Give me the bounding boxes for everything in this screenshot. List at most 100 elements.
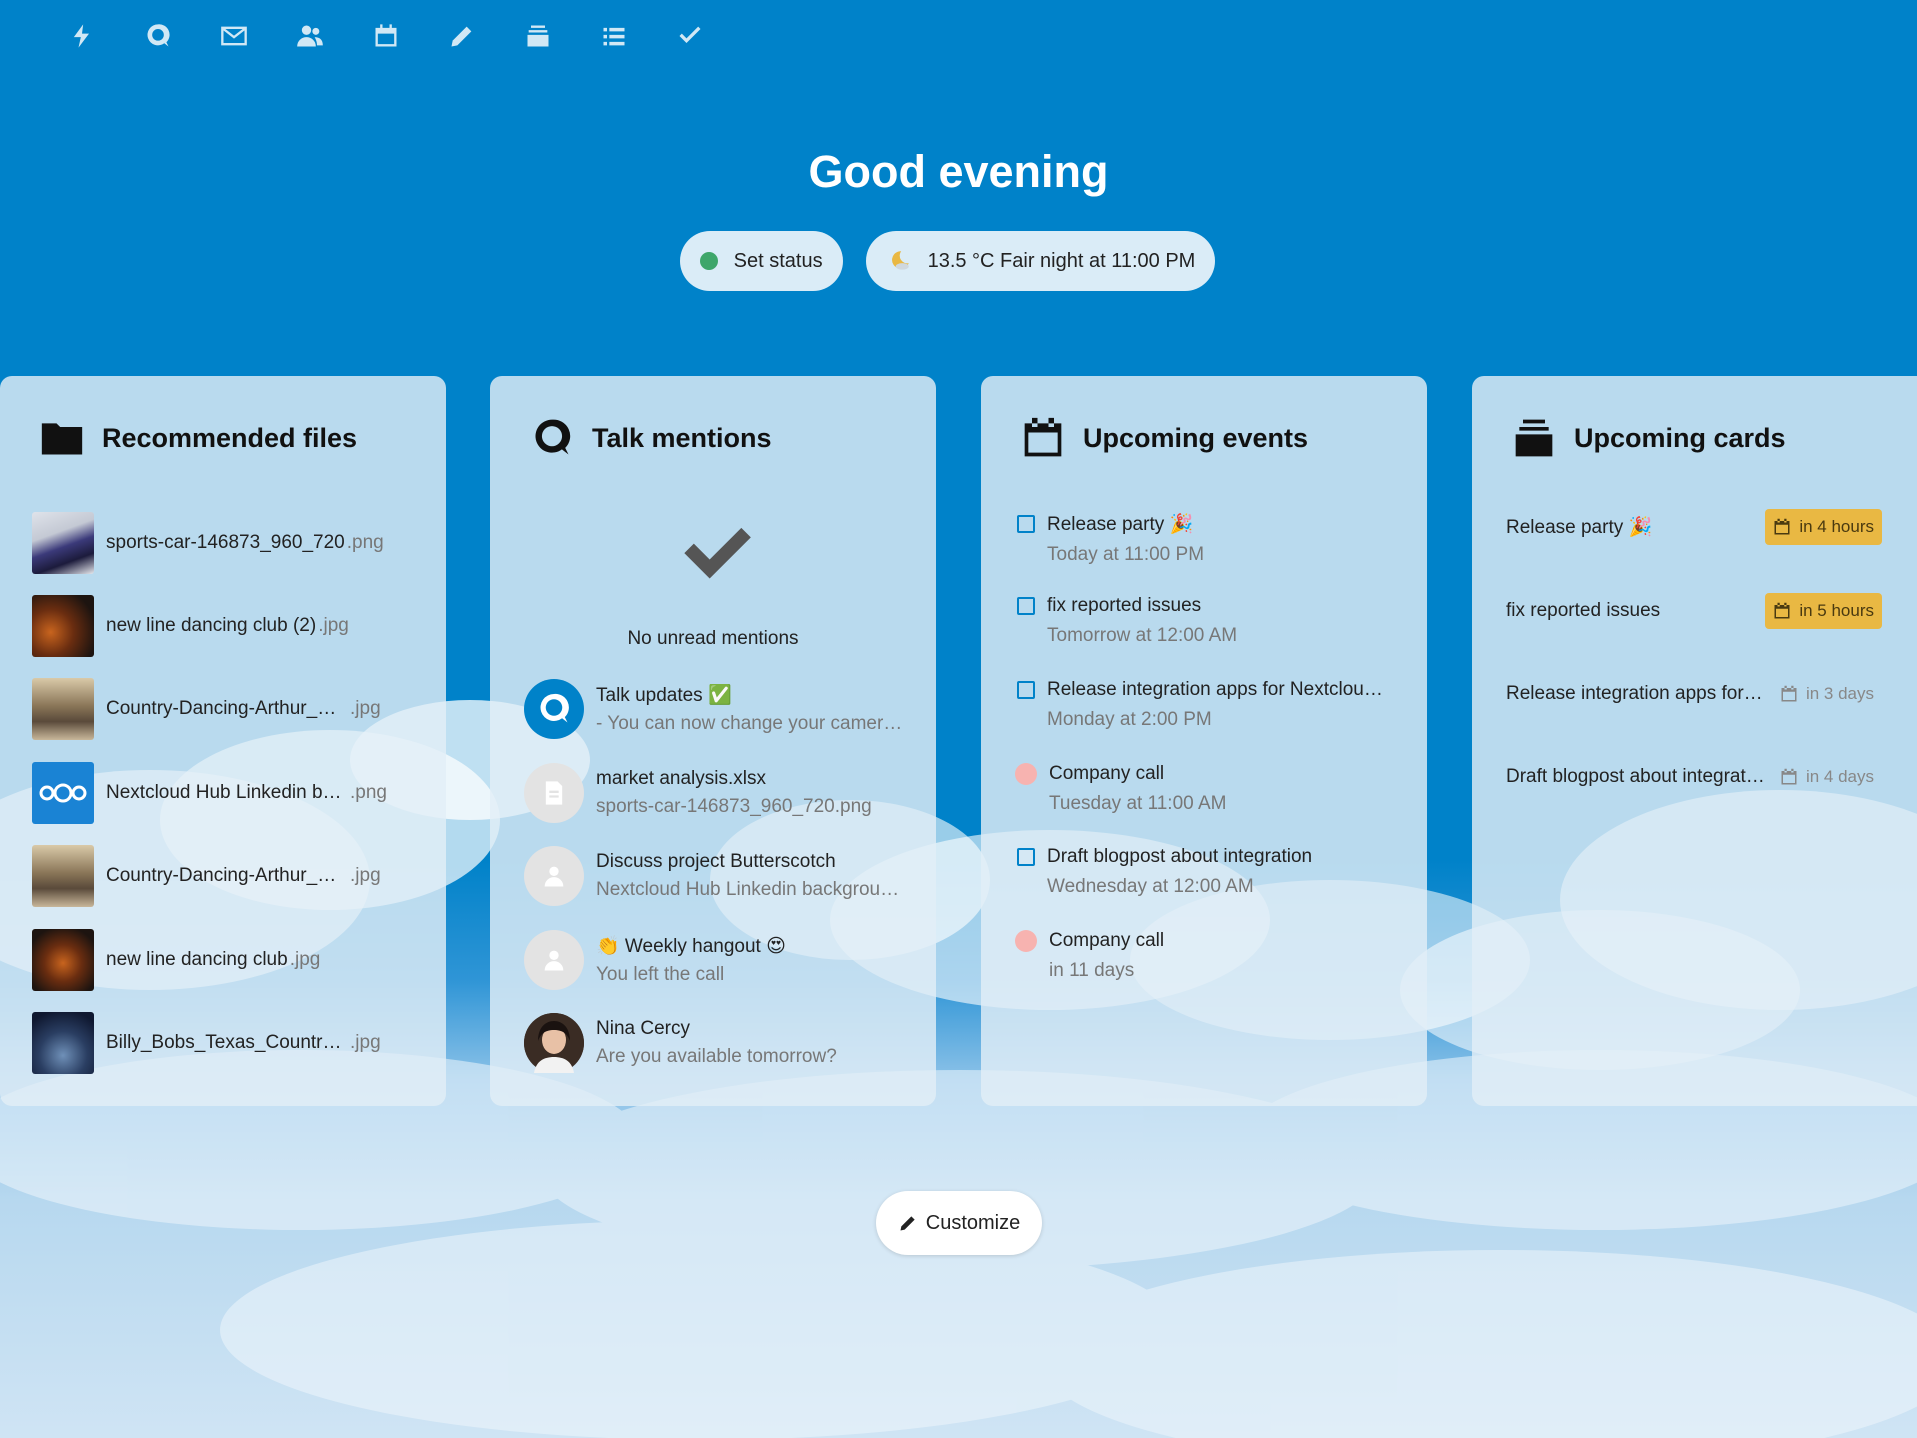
file-thumbnail	[32, 1012, 94, 1074]
file-thumbnail	[32, 845, 94, 907]
event-item[interactable]: Draft blogpost about integration Wednesd…	[1015, 846, 1405, 898]
calendar-icon	[1781, 685, 1797, 702]
set-status-button[interactable]: Set status	[679, 231, 843, 291]
set-status-label: Set status	[733, 249, 823, 272]
task-checkbox[interactable]	[1017, 515, 1035, 533]
file-name: new line dancing club (2)	[106, 615, 317, 636]
conversation-title: Nina Cercy	[596, 1018, 690, 1039]
file-thumbnail	[32, 595, 94, 657]
conversation-preview: You left the call	[596, 964, 725, 985]
file-item[interactable]: Nextcloud Hub Linkedin background .png	[32, 762, 432, 824]
due-date-badge: in 3 days	[1772, 676, 1882, 712]
conversation-item[interactable]: Discuss project Butterscotch Nextcloud H…	[524, 845, 924, 907]
event-item[interactable]: Release party 🎉 Today at 11:00 PM	[1015, 512, 1405, 566]
weather-button[interactable]: 13.5 °C Fair night at 11:00 PM	[865, 231, 1216, 291]
file-thumbnail	[32, 929, 94, 991]
conversation-text: Talk updates ✅ - You can now change your…	[596, 683, 906, 735]
conversation-item[interactable]: 👏 Weekly hangout 😍 You left the call	[524, 929, 924, 991]
file-thumbnail	[32, 512, 94, 574]
conversation-preview: Are you available tomorrow?	[596, 1046, 837, 1067]
file-name: sports-car-146873_960_720	[106, 532, 345, 553]
event-item[interactable]: Release integration apps for Nextcloud H…	[1015, 679, 1405, 731]
group-icon	[544, 950, 564, 971]
document-icon	[545, 781, 563, 805]
conversation-item[interactable]: Nina Cercy Are you available tomorrow?	[524, 1012, 924, 1074]
conversation-preview: - You can now change your camera backgro…	[596, 713, 906, 734]
file-extension: .jpg	[289, 949, 321, 970]
nextcloud-logo-icon	[39, 783, 87, 803]
file-name: new line dancing club	[106, 949, 288, 970]
avatar	[524, 679, 584, 739]
card-item[interactable]: Release party 🎉 in 4 hours	[1506, 508, 1882, 546]
card-item[interactable]: fix reported issues in 5 hours	[1506, 592, 1882, 630]
recommended-files-panel: Recommended files sports-car-146873_960_…	[0, 376, 446, 1106]
file-item[interactable]: Billy_Bobs_Texas_Country_Dance .jpg	[32, 1012, 432, 1074]
conversation-text: Nina Cercy Are you available tomorrow?	[596, 1018, 837, 1068]
event-title: Release party 🎉	[1047, 514, 1194, 535]
conversation-item[interactable]: market analysis.xlsx sports-car-146873_9…	[524, 762, 924, 824]
pencil-icon	[451, 26, 472, 47]
conversation-preview: sports-car-146873_960_720.png	[596, 796, 872, 817]
calendar-icon	[375, 24, 397, 47]
event-item[interactable]: Company call in 11 days	[1015, 930, 1405, 982]
pencil-icon	[900, 1216, 915, 1231]
file-item[interactable]: new line dancing club (2) .jpg	[32, 595, 432, 657]
conversation-text: market analysis.xlsx sports-car-146873_9…	[596, 768, 872, 818]
task-checkbox[interactable]	[1017, 681, 1035, 699]
file-item[interactable]: sports-car-146873_960_720 .png	[32, 512, 432, 574]
conversation-text: 👏 Weekly hangout 😍 You left the call	[596, 934, 786, 986]
contacts-icon	[297, 25, 323, 47]
event-time: Today at 11:00 PM	[1047, 544, 1205, 565]
due-date-badge: in 4 days	[1772, 759, 1882, 795]
conversation-title: Talk updates ✅	[596, 685, 732, 706]
nav-deck[interactable]	[500, 0, 576, 72]
event-time: Tomorrow at 12:00 AM	[1047, 625, 1238, 646]
file-item[interactable]: Country-Dancing-Arthur_Murray .jpg	[32, 845, 432, 907]
file-extension: .jpg	[350, 865, 381, 886]
user-avatar-icon	[524, 1013, 584, 1073]
card-item[interactable]: Release integration apps for Nextcloud H…	[1506, 675, 1882, 713]
nav-contacts[interactable]	[272, 0, 348, 72]
due-date-label: in 4 hours	[1799, 517, 1874, 536]
calendar-icon	[1774, 602, 1790, 619]
nav-tasks[interactable]	[576, 0, 652, 72]
event-title: Release integration apps for Nextcloud H…	[1047, 679, 1387, 700]
file-item[interactable]: new line dancing club .jpg	[32, 929, 432, 991]
due-date-badge: in 4 hours	[1765, 509, 1882, 545]
task-checkbox[interactable]	[1017, 848, 1035, 866]
due-date-label: in 3 days	[1805, 684, 1874, 703]
calendar-color-dot	[1015, 930, 1037, 952]
nav-checkmark[interactable]	[652, 0, 728, 72]
event-item[interactable]: fix reported issues Tomorrow at 12:00 AM	[1015, 595, 1405, 647]
event-item[interactable]: Company call Tuesday at 11:00 AM	[1015, 763, 1405, 815]
conversation-preview: Nextcloud Hub Linkedin background.png	[596, 879, 906, 900]
nav-notes[interactable]	[424, 0, 500, 72]
file-name: Nextcloud Hub Linkedin background	[106, 782, 348, 803]
panel-title: Upcoming cards	[1574, 422, 1786, 453]
calendar-icon	[1024, 417, 1062, 457]
customize-button[interactable]: Customize	[876, 1191, 1042, 1255]
event-title: Company call	[1049, 763, 1165, 784]
file-extension: .jpg	[318, 615, 349, 636]
avatar	[524, 1013, 584, 1073]
calendar-icon	[1781, 768, 1797, 785]
file-extension: .png	[350, 782, 387, 803]
nav-activity[interactable]	[44, 0, 120, 72]
file-item[interactable]: Country-Dancing-Arthur_Murray .jpg	[32, 678, 432, 740]
file-name: Billy_Bobs_Texas_Country_Dance	[106, 1032, 348, 1053]
moon-icon	[891, 251, 909, 270]
group-icon	[544, 866, 564, 887]
card-item[interactable]: Draft blogpost about integration in 4 da…	[1506, 758, 1882, 796]
nav-talk[interactable]	[120, 0, 196, 72]
task-checkbox[interactable]	[1017, 597, 1035, 615]
nav-calendar[interactable]	[348, 0, 424, 72]
file-thumbnail	[32, 762, 94, 824]
tasks-icon	[603, 27, 625, 46]
conversation-item[interactable]: Talk updates ✅ - You can now change your…	[524, 678, 924, 740]
greeting-title: Good evening	[808, 146, 1109, 197]
nav-mail[interactable]	[196, 0, 272, 72]
status-row: Set status 13.5 °C Fair night at 11:00 P…	[0, 231, 1917, 291]
avatar	[524, 930, 584, 990]
event-title: Draft blogpost about integration	[1047, 846, 1313, 867]
panel-title: Talk mentions	[592, 422, 772, 453]
